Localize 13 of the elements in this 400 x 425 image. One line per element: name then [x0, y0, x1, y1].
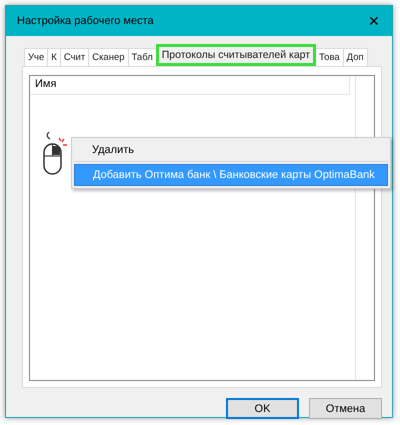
column-header[interactable]: Имя [30, 76, 350, 95]
tab[interactable]: Протоколы считывателей карт [156, 44, 316, 66]
tab[interactable]: К [47, 48, 61, 66]
tab[interactable]: Уче [24, 48, 48, 66]
ok-button[interactable]: OK [226, 398, 299, 419]
tab[interactable]: Счит [60, 48, 90, 66]
tab[interactable]: Табл [128, 48, 157, 66]
tab[interactable]: Доп [342, 48, 368, 66]
tab[interactable]: Това [315, 48, 344, 66]
tab[interactable]: Сканер [88, 48, 129, 66]
cancel-button[interactable]: Отмена [309, 398, 382, 419]
close-icon[interactable]: ✕ [364, 13, 384, 29]
window-title: Настройка рабочего места [17, 15, 154, 27]
